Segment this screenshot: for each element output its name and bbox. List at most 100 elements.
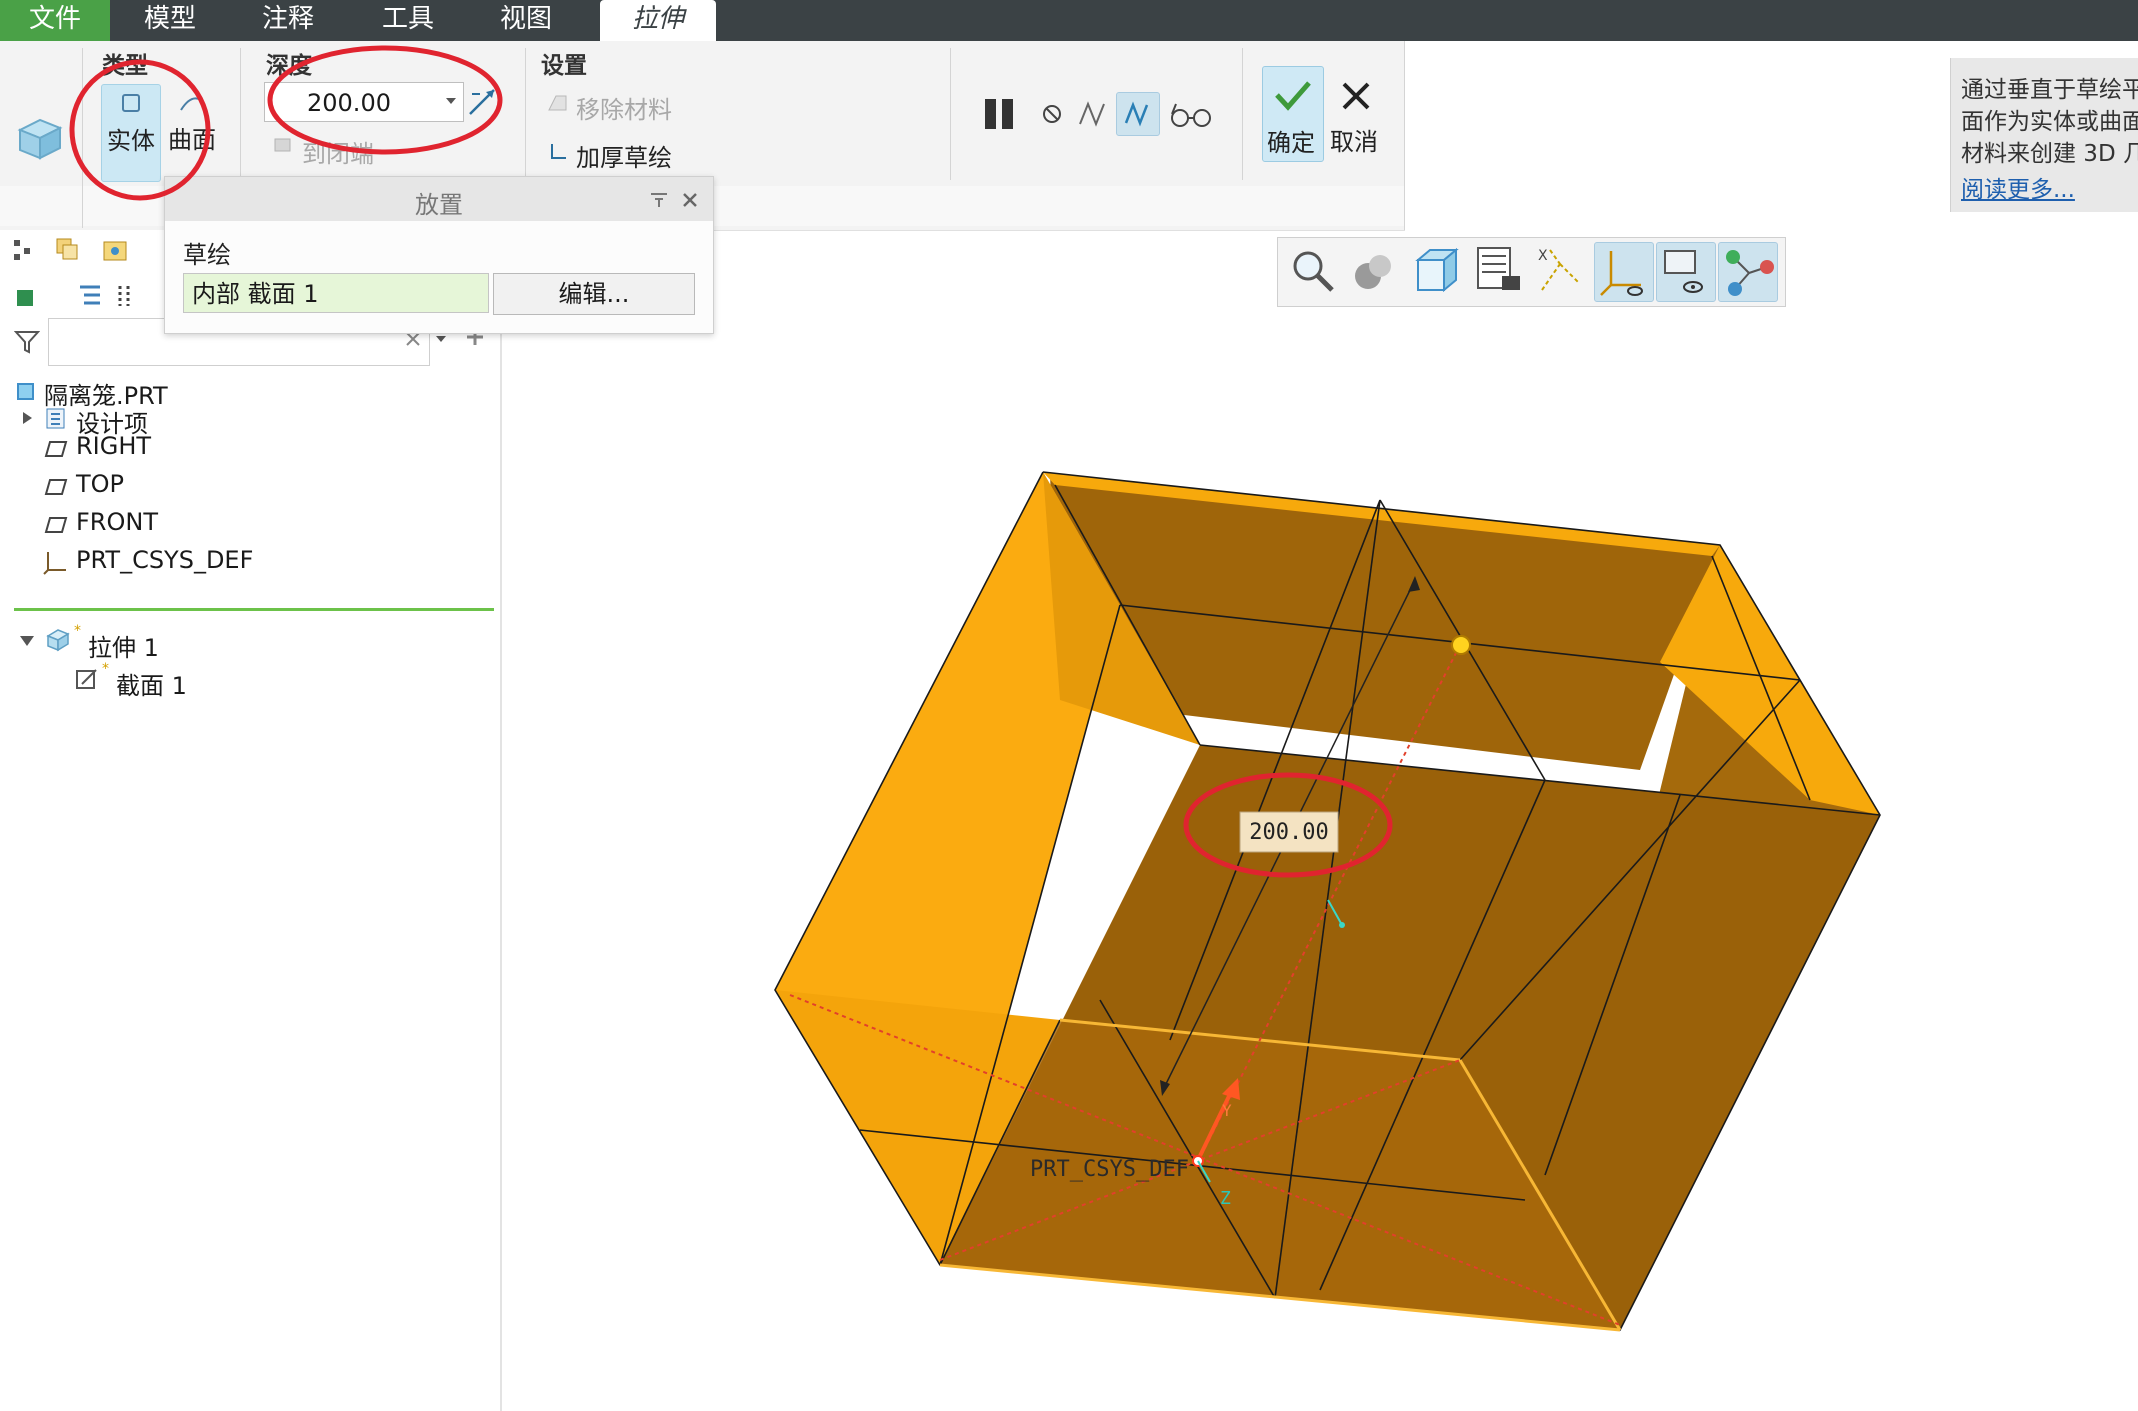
ribbon-separator <box>1404 41 1405 230</box>
depth-drag-handle[interactable] <box>1451 635 1471 655</box>
datum-display-icon: X <box>1538 248 1579 291</box>
ribbon-separator <box>1242 48 1243 180</box>
sketch-icon <box>76 669 97 689</box>
part-icon <box>17 383 34 400</box>
solid-icon <box>122 94 140 112</box>
datum-plane-icon <box>44 479 68 495</box>
close-icon <box>1342 82 1370 110</box>
datum-display-button[interactable]: X <box>1532 242 1590 300</box>
flip-direction-icon[interactable] <box>466 86 498 118</box>
filter-icon[interactable] <box>14 328 40 354</box>
thicken-sketch-toggle[interactable]: 加厚草绘 <box>576 138 672 173</box>
graphics-window[interactable]: 200.00 PRT_CSYS_DEF Z Y <box>502 306 2138 1411</box>
new-feature-star-icon: * <box>102 662 109 674</box>
chevron-down-icon[interactable] <box>444 94 458 108</box>
help-text-3: 材料来创建 3D 几 <box>1961 141 2138 167</box>
ribbon-separator <box>82 48 83 228</box>
display-style-button[interactable] <box>1346 242 1404 300</box>
spin-center-icon <box>1726 250 1774 296</box>
refit-button[interactable] <box>1284 242 1342 300</box>
ribbon-separator <box>240 48 241 188</box>
tree-item-right[interactable]: RIGHT <box>76 432 151 460</box>
menu-annotate[interactable]: 注释 <box>246 0 330 41</box>
no-preview-icon[interactable] <box>1040 102 1064 126</box>
ribbon-separator <box>950 48 951 180</box>
cancel-label: 取消 <box>1330 128 1378 156</box>
depth-group-title: 深度 <box>266 53 312 79</box>
view-manager-icon <box>1477 247 1520 290</box>
datum-plane-icon <box>44 517 68 533</box>
annotation-display-button[interactable] <box>1656 242 1716 302</box>
solid-button[interactable]: 实体 <box>101 84 161 182</box>
menu-file[interactable]: 文件 <box>0 0 110 41</box>
collapse-arrow-icon[interactable] <box>18 634 36 648</box>
show-icon[interactable] <box>14 284 36 308</box>
menu-bar: 文件 模型 注释 工具 视图 拉伸 <box>0 0 2138 41</box>
sketch-label: 草绘 <box>183 241 231 269</box>
sketch-collector[interactable]: 内部 截面 1 <box>183 273 489 313</box>
tree-item-section[interactable]: 截面 1 <box>116 666 187 701</box>
zoom-icon <box>1293 251 1334 292</box>
svg-text:*: * <box>102 662 109 674</box>
csys-display-button[interactable] <box>1594 242 1654 302</box>
separate-preview-icon[interactable] <box>1076 98 1110 128</box>
surface-label: 曲面 <box>168 126 216 154</box>
to-closed-label[interactable]: 到闭端 <box>302 134 374 169</box>
depth-value-input[interactable]: 200.00 <box>264 82 464 122</box>
depth-dimension-text: 200.00 <box>1249 820 1328 845</box>
tree-columns-icon[interactable] <box>114 282 134 308</box>
folder-browser-icon[interactable] <box>102 238 128 262</box>
glasses-icon[interactable] <box>1168 100 1214 130</box>
settings-group-title: 设置 <box>541 53 587 79</box>
help-text-1: 通过垂直于草绘平 <box>1961 77 2138 103</box>
placement-header: 放置 <box>165 177 713 221</box>
verify-preview-button[interactable] <box>1116 92 1160 136</box>
saved-views-button[interactable] <box>1408 242 1466 300</box>
cancel-button[interactable]: 取消 <box>1326 66 1386 160</box>
design-items-icon <box>46 408 65 429</box>
cube-view-icon <box>1415 247 1459 293</box>
ribbon-separator <box>525 48 526 188</box>
coordinate-system-icon <box>43 552 66 575</box>
tree-item-top[interactable]: TOP <box>76 470 124 498</box>
thicken-sketch-icon <box>551 144 566 159</box>
tree-item-extrude[interactable]: 拉伸 1 <box>88 628 159 663</box>
placement-title: 放置 <box>415 191 463 219</box>
axis-z-label: Z <box>1220 1188 1231 1209</box>
chevron-down-icon[interactable] <box>434 332 448 346</box>
datum-plane-icon <box>44 441 68 457</box>
annotation-display-icon <box>1664 250 1703 293</box>
tree-item-front[interactable]: FRONT <box>76 508 158 536</box>
expand-arrow-icon[interactable] <box>20 410 34 426</box>
menu-tools[interactable]: 工具 <box>366 0 450 41</box>
svg-text:X: X <box>1538 248 1548 264</box>
graphics-toolbar: X <box>1277 237 1786 307</box>
csys-display-icon <box>1600 251 1643 296</box>
type-group-title: 类型 <box>102 53 148 79</box>
tree-item-csys[interactable]: PRT_CSYS_DEF <box>76 546 253 574</box>
remove-material-toggle[interactable]: 移除材料 <box>576 90 672 125</box>
help-text-2: 面作为实体或曲面 <box>1961 109 2138 135</box>
tab-extrude[interactable]: 拉伸 <box>600 0 716 41</box>
layer-tree-icon[interactable] <box>54 236 80 262</box>
pause-icon[interactable] <box>982 96 1018 132</box>
model-tree-panel: 隔离笼.PRT 设计项 RIGHT TOP FRONT PRT_CSYS_DEF… <box>0 230 502 1411</box>
menu-view[interactable]: 视图 <box>484 0 568 41</box>
new-feature-star-icon: * <box>74 624 81 636</box>
help-panel: 通过垂直于草绘平 面作为实体或曲面 材料来创建 3D 几 阅读更多... <box>1950 58 2138 212</box>
read-more-link[interactable]: 阅读更多... <box>1961 170 2075 204</box>
tree-settings-icon[interactable] <box>76 282 102 308</box>
extrude-feature-icon <box>17 118 63 160</box>
spin-center-button[interactable] <box>1718 242 1778 302</box>
csys-axis-end <box>1339 922 1345 928</box>
close-icon[interactable] <box>681 191 699 209</box>
svg-text:*: * <box>74 624 81 636</box>
pin-icon[interactable] <box>649 191 669 209</box>
menu-model[interactable]: 模型 <box>128 0 212 41</box>
model-tree-icon[interactable] <box>12 238 36 262</box>
view-manager-button[interactable] <box>1470 242 1528 300</box>
confirm-button[interactable]: 确定 <box>1262 66 1324 162</box>
remove-material-icon <box>548 95 567 111</box>
insert-indicator[interactable] <box>14 608 494 611</box>
surface-button[interactable]: 曲面 <box>162 84 220 180</box>
